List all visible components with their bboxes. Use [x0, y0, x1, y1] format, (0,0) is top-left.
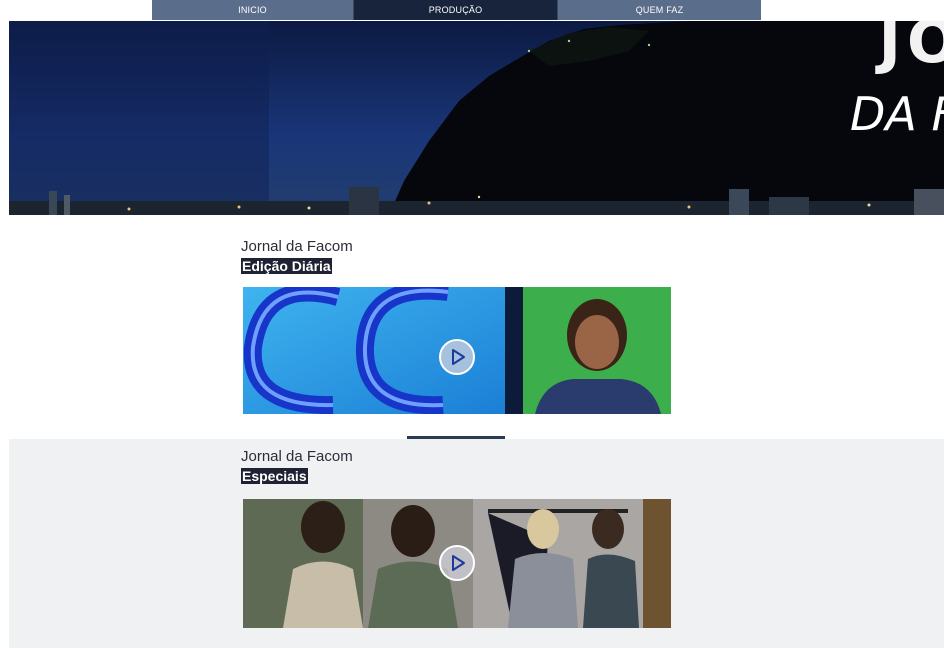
play-icon	[452, 555, 465, 571]
nav-item-quem-faz[interactable]: QUEM FAZ	[558, 0, 761, 20]
section-title-edicao-diaria: Jornal da Facom	[241, 238, 353, 255]
top-navigation: INICIO PRODUÇÃO QUEM FAZ	[152, 0, 761, 20]
section-subtitle-edicao-diaria: Edição Diária	[241, 258, 332, 274]
hero-banner: JO DA F	[9, 21, 944, 215]
section-subtitle-especiais: Especiais	[241, 468, 308, 484]
video-thumbnail-especiais[interactable]	[243, 499, 671, 628]
nav-item-producao[interactable]: PRODUÇÃO	[354, 0, 558, 20]
play-button[interactable]	[439, 545, 475, 581]
nav-item-inicio[interactable]: INICIO	[152, 0, 354, 20]
hero-title-text: JO	[878, 21, 944, 77]
hero-night-city-image	[9, 21, 944, 215]
hero-subtitle-text: DA F	[850, 87, 944, 141]
video-thumbnail-edicao-diaria[interactable]	[243, 287, 671, 414]
section-title-especiais: Jornal da Facom	[241, 448, 353, 465]
play-icon	[452, 349, 465, 365]
play-button[interactable]	[439, 339, 475, 375]
